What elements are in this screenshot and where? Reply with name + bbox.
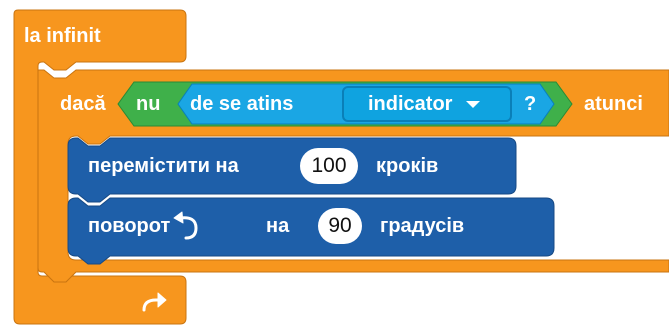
if-label: dacă <box>60 93 106 115</box>
then-label: atunci <box>584 93 643 115</box>
touching-label: de se atins <box>190 93 294 115</box>
sprite-dropdown-value: indicator <box>368 92 453 115</box>
turn-on-label: на <box>266 215 290 237</box>
steps-unit-label: кроків <box>376 155 439 177</box>
steps-input[interactable]: 100 <box>300 148 358 184</box>
move-label: перемістити на <box>88 155 239 177</box>
sprite-dropdown[interactable]: indicator <box>342 86 512 122</box>
degrees-unit-label: градусів <box>380 215 465 237</box>
chevron-down-icon <box>466 100 481 108</box>
turn-label: поворот <box>88 215 171 237</box>
question-mark: ? <box>524 93 537 115</box>
not-label: nu <box>136 93 161 115</box>
degrees-input[interactable]: 90 <box>318 208 362 244</box>
forever-block-label: la infinit <box>24 25 101 47</box>
